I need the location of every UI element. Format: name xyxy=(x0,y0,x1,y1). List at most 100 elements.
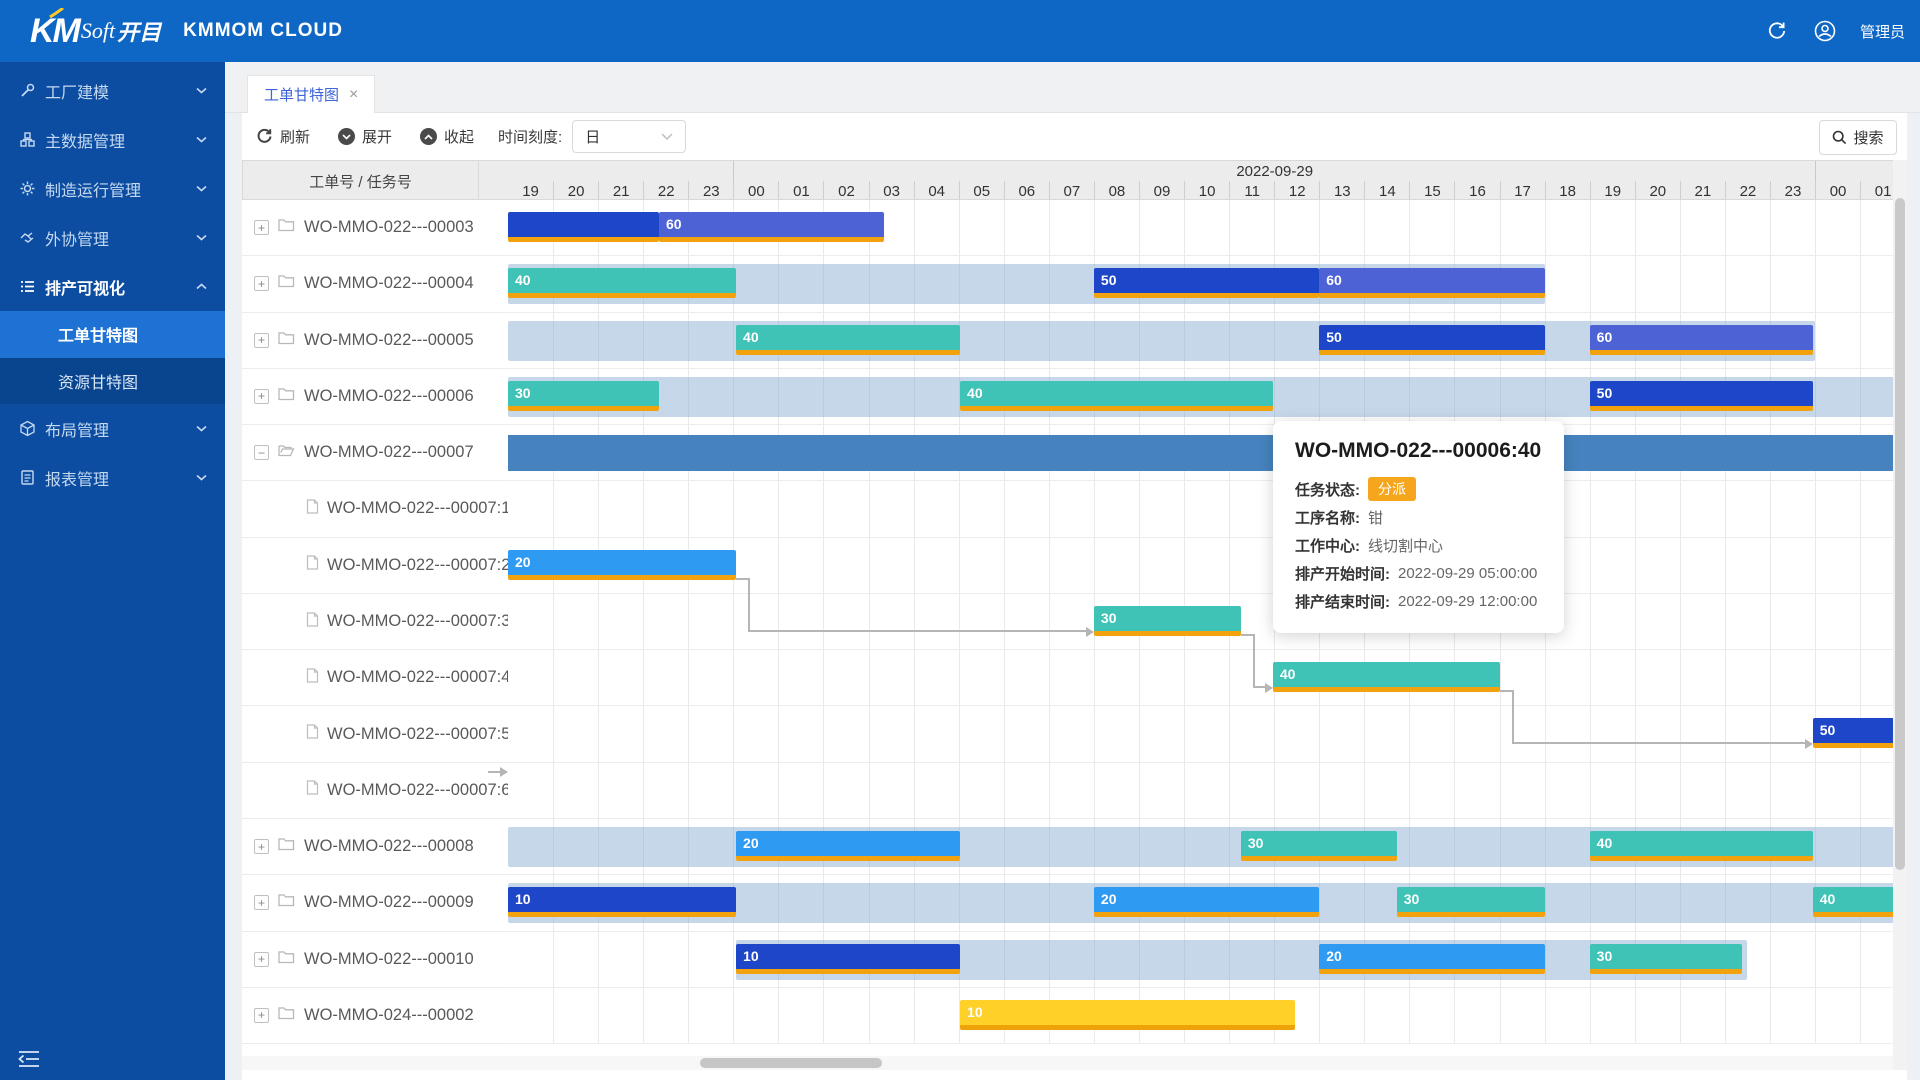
work-order-id: WO-MMO-022---00009 xyxy=(304,893,474,912)
hour-header-cell: 13 xyxy=(1319,181,1364,200)
hour-header-cell: 22 xyxy=(1725,181,1770,200)
work-order-id: WO-MMO-022---00007:1 xyxy=(327,499,508,518)
sidebar-subitem-0[interactable]: 工单甘特图 xyxy=(0,311,225,358)
task-bar[interactable]: 30 xyxy=(1590,944,1742,974)
gantt-row-label[interactable]: +WO-MMO-022---00006 xyxy=(242,369,508,425)
hour-header-cell: 21 xyxy=(1680,181,1725,200)
collapse-row-icon[interactable]: − xyxy=(254,445,269,460)
row-divider xyxy=(508,312,1893,313)
expand-row-icon[interactable]: + xyxy=(254,276,269,291)
gantt-row-label[interactable]: WO-MMO-022---00007:3 xyxy=(242,594,508,650)
task-bar[interactable]: 40 xyxy=(1273,662,1500,692)
task-bar[interactable]: 50 xyxy=(1319,325,1544,355)
hour-header-cell: 05 xyxy=(959,181,1004,200)
hour-header-cell: 16 xyxy=(1454,181,1499,200)
hour-header-cell: 01 xyxy=(1860,181,1893,200)
sidebar-subitem-1[interactable]: 资源甘特图 xyxy=(0,358,225,405)
hour-header-cell: 00 xyxy=(733,181,778,200)
gantt-row-label[interactable]: WO-MMO-022---00007:4 xyxy=(242,650,508,706)
gantt-row-label[interactable]: +WO-MMO-022---00005 xyxy=(242,313,508,369)
document-icon xyxy=(306,780,319,795)
task-bar[interactable]: 60 xyxy=(1319,268,1544,298)
refresh-button[interactable]: 刷新 xyxy=(256,126,310,147)
expand-row-icon[interactable]: + xyxy=(254,220,269,235)
logo-swoosh-icon xyxy=(48,8,64,18)
horizontal-scrollbar-thumb[interactable] xyxy=(700,1058,882,1068)
gantt-row-label[interactable]: WO-MMO-022---00007:6 xyxy=(242,763,508,819)
sidebar-item-3[interactable]: 外协管理 xyxy=(0,213,225,262)
task-bar[interactable]: 30 xyxy=(508,381,659,411)
sidebar-item-0[interactable]: 工厂建模 xyxy=(0,66,225,115)
expand-row-icon[interactable]: + xyxy=(254,389,269,404)
task-bar[interactable]: 30 xyxy=(1241,831,1397,861)
search-button[interactable]: 搜索 xyxy=(1819,120,1897,155)
expand-row-icon[interactable]: + xyxy=(254,895,269,910)
task-bar[interactable] xyxy=(508,212,659,242)
gantt-row-label[interactable]: WO-MMO-022---00007:2 xyxy=(242,538,508,594)
task-bar[interactable]: 50 xyxy=(1094,268,1319,298)
time-scale-select[interactable]: 日 xyxy=(572,120,686,153)
row-divider xyxy=(508,480,1893,481)
task-bar[interactable]: 40 xyxy=(1813,887,1893,917)
task-bar[interactable]: 40 xyxy=(736,325,960,355)
task-bar[interactable]: 10 xyxy=(736,944,960,974)
task-bar[interactable]: 50 xyxy=(1813,718,1893,748)
gantt-row-label[interactable]: +WO-MMO-022---00010 xyxy=(242,932,508,988)
sidebar-item-4[interactable]: 排产可视化 xyxy=(0,262,225,311)
user-avatar-icon[interactable] xyxy=(1812,18,1838,44)
expand-row-icon[interactable]: + xyxy=(254,1008,269,1023)
tab-work-order-gantt[interactable]: 工单甘特图 × xyxy=(247,75,375,113)
expand-row-icon[interactable]: + xyxy=(254,952,269,967)
summary-bar[interactable] xyxy=(508,435,1893,471)
task-bar[interactable]: 20 xyxy=(508,550,736,580)
task-bar[interactable]: 50 xyxy=(1590,381,1813,411)
expand-row-icon[interactable]: + xyxy=(254,333,269,348)
list-icon xyxy=(19,278,36,295)
work-order-id: WO-MMO-022---00007:4 xyxy=(327,668,508,687)
gantt-row-label[interactable]: +WO-MMO-022---00003 xyxy=(242,200,508,256)
gantt-row-label[interactable]: −WO-MMO-022---00007 xyxy=(242,425,508,481)
task-bar[interactable]: 10 xyxy=(508,887,736,917)
task-bar[interactable]: 30 xyxy=(1397,887,1545,917)
sidebar-item-6[interactable]: 报表管理 xyxy=(0,453,225,502)
username-label[interactable]: 管理员 xyxy=(1860,21,1905,42)
tab-close-icon[interactable]: × xyxy=(349,88,358,102)
gantt-row-label[interactable]: +WO-MMO-022---00008 xyxy=(242,819,508,875)
expand-all-button[interactable]: 展开 xyxy=(338,126,392,147)
task-bar[interactable]: 10 xyxy=(960,1000,1295,1030)
gantt-row-label[interactable]: WO-MMO-022---00007:5 xyxy=(242,706,508,762)
tab-bar: 工单甘特图 × xyxy=(225,62,1920,113)
row-divider xyxy=(508,762,1893,763)
tooltip-field-value: 2022-09-29 12:00:00 xyxy=(1398,593,1537,610)
chevron-down-icon xyxy=(661,128,673,145)
expand-row-icon[interactable]: + xyxy=(254,839,269,854)
gantt-row-label[interactable]: +WO-MMO-024---00002 xyxy=(242,988,508,1044)
task-bar[interactable]: 20 xyxy=(736,831,960,861)
collapse-all-button[interactable]: 收起 xyxy=(420,126,474,147)
sidebar-collapse-icon[interactable] xyxy=(18,1050,40,1068)
status-badge: 分派 xyxy=(1368,477,1416,501)
task-bar[interactable]: 20 xyxy=(1319,944,1544,974)
task-bar[interactable]: 40 xyxy=(1590,831,1813,861)
task-bar[interactable]: 30 xyxy=(1094,606,1241,636)
task-bar[interactable]: 60 xyxy=(659,212,884,242)
gantt-row-label[interactable]: WO-MMO-022---00007:1 xyxy=(242,481,508,537)
vertical-scrollbar-thumb[interactable] xyxy=(1895,198,1905,870)
folder-icon xyxy=(278,218,295,232)
sidebar-item-5[interactable]: 布局管理 xyxy=(0,404,225,453)
task-bar[interactable]: 20 xyxy=(1094,887,1319,917)
task-bar[interactable]: 40 xyxy=(960,381,1273,411)
sidebar-item-1[interactable]: 主数据管理 xyxy=(0,115,225,164)
row-divider xyxy=(508,987,1893,988)
header-refresh-icon[interactable] xyxy=(1764,18,1790,44)
tooltip-field-label: 任务状态: xyxy=(1295,479,1360,500)
hour-header-cell: 06 xyxy=(1004,181,1049,200)
document-icon xyxy=(306,724,319,739)
gantt-row-label[interactable]: + WO-MMO-022---00009 xyxy=(242,875,508,931)
gantt-row-label[interactable]: +WO-MMO-022---00004 xyxy=(242,256,508,312)
cubes-icon xyxy=(19,131,36,148)
sidebar-item-2[interactable]: 制造运行管理 xyxy=(0,164,225,213)
task-bar[interactable]: 60 xyxy=(1590,325,1813,355)
link-in-arrowhead xyxy=(500,767,508,777)
task-bar[interactable]: 40 xyxy=(508,268,736,298)
